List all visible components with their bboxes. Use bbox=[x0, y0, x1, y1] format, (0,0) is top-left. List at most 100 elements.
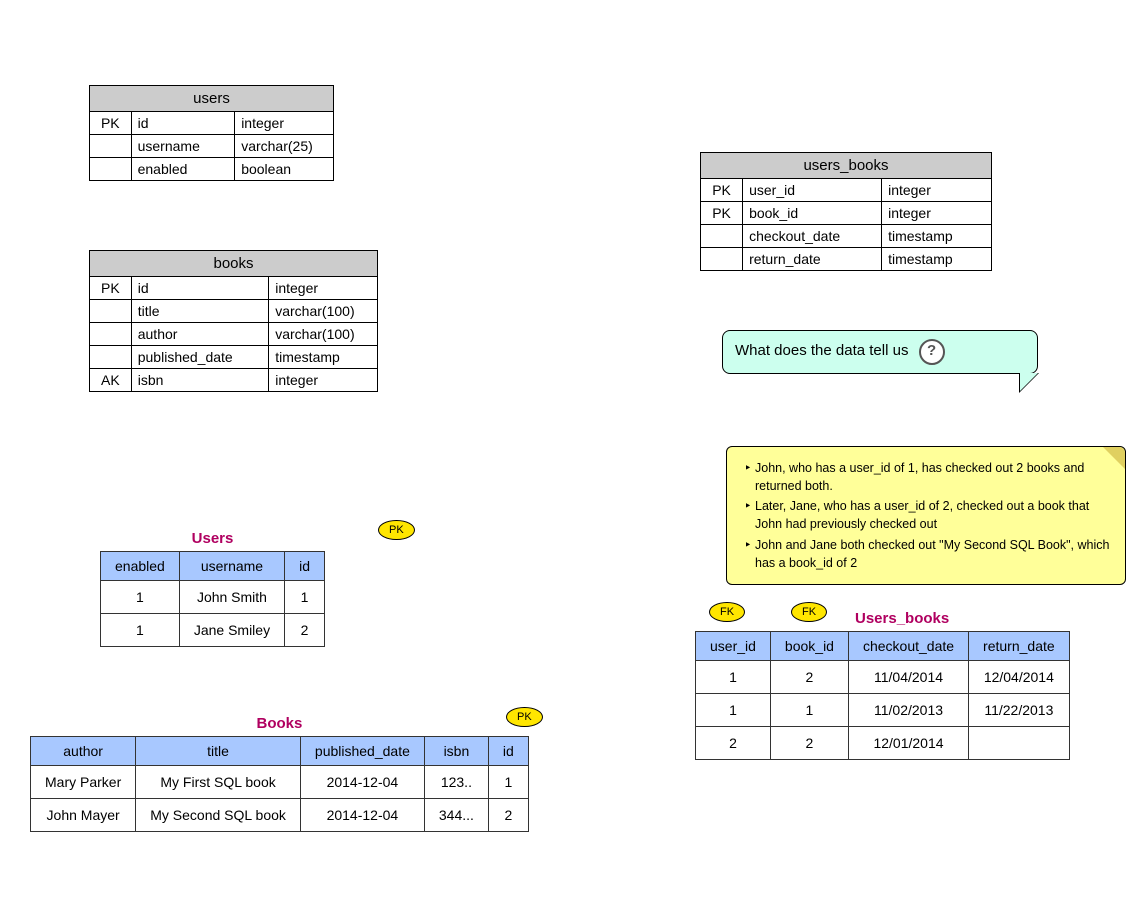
table-cell: My Second SQL book bbox=[136, 799, 301, 832]
schema-title: books bbox=[90, 251, 377, 277]
key-cell bbox=[90, 300, 131, 322]
col-header: isbn bbox=[424, 737, 488, 766]
col-header: user_id bbox=[696, 632, 771, 661]
col-header: title bbox=[136, 737, 301, 766]
field-type: integer bbox=[881, 179, 991, 201]
field-type: integer bbox=[881, 202, 991, 224]
field-name: isbn bbox=[131, 369, 269, 391]
table-cell: 2 bbox=[488, 799, 528, 832]
table-cell: 1 bbox=[101, 614, 180, 647]
field-type: varchar(25) bbox=[234, 135, 333, 157]
field-name: username bbox=[131, 135, 235, 157]
schema-row: authorvarchar(100) bbox=[90, 322, 377, 345]
key-cell bbox=[701, 225, 742, 247]
field-name: book_id bbox=[742, 202, 881, 224]
table-cell: 123.. bbox=[424, 766, 488, 799]
schema-rows: PKuser_idintegerPKbook_idintegercheckout… bbox=[701, 179, 991, 270]
table-cell: 1 bbox=[696, 661, 771, 694]
key-cell bbox=[90, 323, 131, 345]
table-cell: 1 bbox=[770, 694, 848, 727]
field-name: id bbox=[131, 112, 235, 134]
fk-badge: FK bbox=[791, 602, 827, 622]
data-title: Users bbox=[100, 530, 325, 547]
col-header: enabled bbox=[101, 552, 180, 581]
data-title: Books bbox=[30, 715, 529, 732]
data-users-block: PK Users enabledusernameid1John Smith11J… bbox=[100, 530, 325, 647]
note-item: Later, Jane, who has a user_id of 2, che… bbox=[755, 497, 1111, 533]
key-cell: AK bbox=[90, 369, 131, 391]
field-name: title bbox=[131, 300, 269, 322]
schema-users: users PKidintegerusernamevarchar(25)enab… bbox=[89, 85, 334, 181]
col-header: id bbox=[488, 737, 528, 766]
field-name: enabled bbox=[131, 158, 235, 180]
key-cell bbox=[701, 248, 742, 270]
schema-books: books PKidintegertitlevarchar(100)author… bbox=[89, 250, 378, 392]
field-type: boolean bbox=[234, 158, 333, 180]
field-name: checkout_date bbox=[742, 225, 881, 247]
data-table-users: enabledusernameid1John Smith11Jane Smile… bbox=[100, 551, 325, 647]
table-cell: 1 bbox=[285, 581, 325, 614]
key-cell: PK bbox=[701, 179, 742, 201]
schema-row: enabledboolean bbox=[90, 157, 333, 180]
table-cell: 12/04/2014 bbox=[969, 661, 1070, 694]
table-cell: 2 bbox=[696, 727, 771, 760]
schema-users-books: users_books PKuser_idintegerPKbook_idint… bbox=[700, 152, 992, 271]
callout-text: What does the data tell us bbox=[735, 342, 908, 359]
field-type: integer bbox=[268, 277, 377, 299]
pk-badge: PK bbox=[506, 707, 543, 727]
col-header: return_date bbox=[969, 632, 1070, 661]
schema-row: PKuser_idinteger bbox=[701, 179, 991, 201]
table-cell: 1 bbox=[488, 766, 528, 799]
key-cell bbox=[90, 135, 131, 157]
table-cell: John Mayer bbox=[31, 799, 136, 832]
schema-rows: PKidintegertitlevarchar(100)authorvarcha… bbox=[90, 277, 377, 391]
table-cell: 2 bbox=[770, 727, 848, 760]
col-header: book_id bbox=[770, 632, 848, 661]
table-row: John MayerMy Second SQL book2014-12-0434… bbox=[31, 799, 529, 832]
note-item: John, who has a user_id of 1, has checke… bbox=[755, 459, 1111, 495]
table-cell: 11/02/2013 bbox=[848, 694, 968, 727]
callout-bubble: What does the data tell us ? bbox=[722, 330, 1038, 374]
key-cell: PK bbox=[701, 202, 742, 224]
table-cell: 2 bbox=[285, 614, 325, 647]
table-row: 1John Smith1 bbox=[101, 581, 325, 614]
data-title: Users_books bbox=[695, 610, 1070, 627]
field-name: author bbox=[131, 323, 269, 345]
table-cell: 1 bbox=[101, 581, 180, 614]
schema-row: usernamevarchar(25) bbox=[90, 134, 333, 157]
question-icon: ? bbox=[919, 339, 945, 365]
page-fold-icon bbox=[1103, 447, 1125, 469]
col-header: published_date bbox=[300, 737, 424, 766]
schema-row: titlevarchar(100) bbox=[90, 299, 377, 322]
data-usersbooks-block: FK FK Users_books user_idbook_idcheckout… bbox=[695, 610, 1070, 760]
schema-row: PKbook_idinteger bbox=[701, 201, 991, 224]
data-table-usersbooks: user_idbook_idcheckout_datereturn_date12… bbox=[695, 631, 1070, 760]
key-cell: PK bbox=[90, 112, 131, 134]
table-cell: 2 bbox=[770, 661, 848, 694]
schema-row: published_datetimestamp bbox=[90, 345, 377, 368]
table-cell: John Smith bbox=[179, 581, 284, 614]
table-cell: 2014-12-04 bbox=[300, 799, 424, 832]
table-row: 1111/02/201311/22/2013 bbox=[696, 694, 1070, 727]
col-header: author bbox=[31, 737, 136, 766]
note-sticky: John, who has a user_id of 1, has checke… bbox=[726, 446, 1126, 585]
field-type: integer bbox=[268, 369, 377, 391]
field-type: timestamp bbox=[881, 248, 991, 270]
field-name: return_date bbox=[742, 248, 881, 270]
note-list: John, who has a user_id of 1, has checke… bbox=[741, 459, 1111, 572]
field-type: varchar(100) bbox=[268, 323, 377, 345]
field-name: published_date bbox=[131, 346, 269, 368]
schema-row: AKisbninteger bbox=[90, 368, 377, 391]
pk-badge: PK bbox=[378, 520, 415, 540]
fk-badge: FK bbox=[709, 602, 745, 622]
table-cell: My First SQL book bbox=[136, 766, 301, 799]
table-cell: 344... bbox=[424, 799, 488, 832]
key-cell bbox=[90, 346, 131, 368]
schema-title: users_books bbox=[701, 153, 991, 179]
table-cell: Jane Smiley bbox=[179, 614, 284, 647]
data-table-books: authortitlepublished_dateisbnidMary Park… bbox=[30, 736, 529, 832]
data-books-block: PK Books authortitlepublished_dateisbnid… bbox=[30, 715, 529, 832]
field-type: integer bbox=[234, 112, 333, 134]
table-row: 1211/04/201412/04/2014 bbox=[696, 661, 1070, 694]
schema-row: return_datetimestamp bbox=[701, 247, 991, 270]
